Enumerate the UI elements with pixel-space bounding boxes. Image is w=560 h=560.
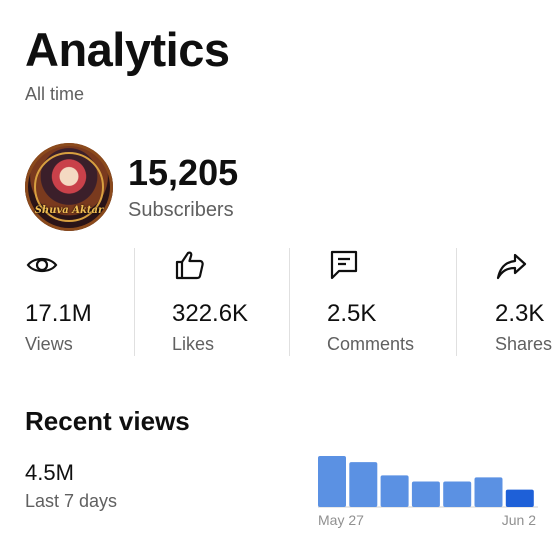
subscriber-count: 15,205 [128, 151, 239, 193]
recent-views-period: Last 7 days [25, 491, 118, 511]
chart-bar [474, 477, 503, 507]
recent-views-chart[interactable]: May 27 Jun 2 [310, 450, 550, 540]
comment-icon [330, 250, 358, 280]
share-icon [496, 253, 527, 280]
divider [456, 248, 457, 356]
stat-label: Views [25, 334, 73, 354]
section-title-recent-views: Recent views [25, 406, 190, 436]
channel-summary: Shuva Aktar 15,205 Subscribers [25, 143, 238, 231]
subscriber-block: 15,205 Subscribers [128, 151, 239, 222]
period-label: All time [25, 84, 85, 104]
recent-views-value: 4.5M [25, 460, 74, 485]
stat-likes[interactable]: 322.6K Likes [172, 248, 248, 356]
x-tick-label-end: Jun 2 [502, 512, 536, 528]
chart-bar [443, 481, 472, 507]
chart-bar [505, 489, 534, 507]
stat-value: 2.5K [327, 300, 377, 327]
stat-label: Shares [495, 334, 553, 354]
stat-label: Likes [172, 334, 215, 354]
avatar[interactable]: Shuva Aktar [25, 143, 113, 231]
chart-bar [349, 462, 378, 507]
stat-value: 17.1M [25, 300, 92, 327]
stat-views[interactable]: 17.1M Views [25, 248, 92, 356]
divider [289, 248, 290, 356]
divider [134, 248, 135, 356]
chart-bars [318, 456, 534, 507]
subscriber-label: Subscribers [128, 198, 234, 221]
chart-bar [318, 456, 346, 507]
stat-comments[interactable]: 2.5K Comments [327, 248, 414, 356]
stats-row: 17.1M Views 322.6K Likes 2.5K Comments 2… [0, 248, 560, 356]
avatar-logo-text: Shuva Aktar [34, 205, 104, 216]
chart-bar [411, 481, 440, 507]
stat-shares[interactable]: 2.3K Shares [495, 248, 552, 356]
stat-value: 2.3K [495, 300, 545, 327]
x-tick-label-start: May 27 [318, 512, 364, 528]
eye-icon [26, 257, 58, 273]
page-title: Analytics [25, 23, 230, 76]
stat-label: Comments [327, 334, 415, 354]
thumbs-up-icon [175, 251, 204, 280]
chart-bar [380, 475, 409, 507]
stat-value: 322.6K [172, 300, 249, 327]
